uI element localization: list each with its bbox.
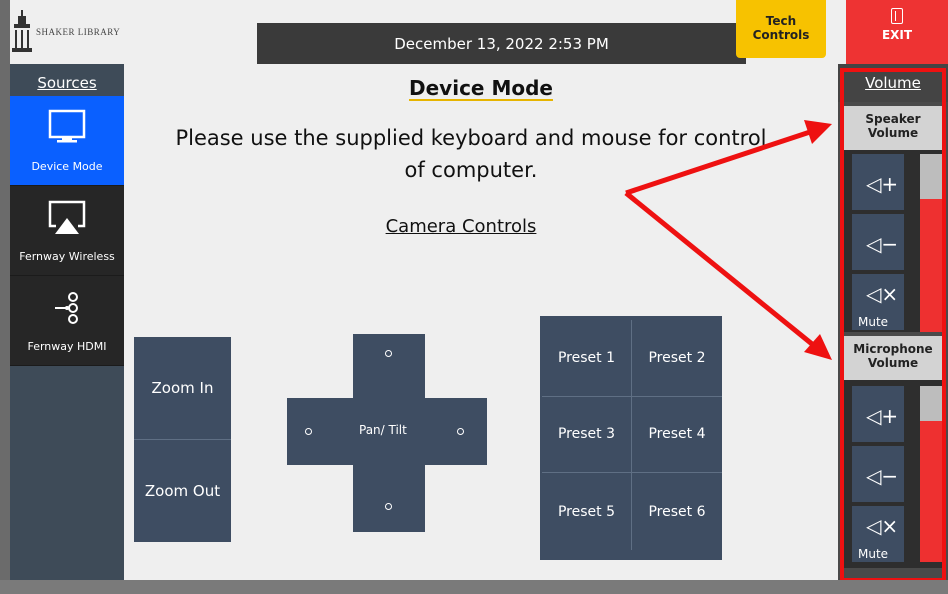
mic-level-fill <box>920 421 944 562</box>
tilt-up-button[interactable] <box>353 334 425 398</box>
pan-tilt-label: Pan/ Tilt <box>359 423 407 437</box>
mode-title-text: Device Mode <box>409 76 553 100</box>
zoom-in-button[interactable]: Zoom In <box>134 337 231 439</box>
volume-panel: Volume Speaker Volume ◁+ ◁− ◁× Mute Micr… <box>838 64 948 580</box>
sources-sidebar: Sources Device Mode Fernway Wireless Fer… <box>10 64 124 580</box>
tilt-down-button[interactable] <box>353 465 425 532</box>
mic-mute-icon: ◁× <box>866 514 899 538</box>
exit-label: EXIT <box>881 28 913 42</box>
preset-3-button[interactable]: Preset 3 <box>542 396 632 474</box>
microphone-volume-title: Microphone Volume <box>842 336 944 380</box>
hdmi-input-icon <box>55 292 78 324</box>
bottom-bar <box>0 580 948 594</box>
preset-4-button[interactable]: Preset 4 <box>632 397 722 474</box>
exit-door-icon <box>891 8 903 24</box>
speaker-mute-icon: ◁× <box>866 282 899 306</box>
source-device-mode[interactable]: Device Mode <box>10 96 124 186</box>
main-panel: Device Mode Please use the supplied keyb… <box>124 64 838 580</box>
mic-volume-up-button[interactable]: ◁+ <box>852 386 904 442</box>
mic-mute-button[interactable]: ◁× Mute <box>852 506 904 562</box>
camera-presets: Preset 1 Preset 2 Preset 3 Preset 4 Pres… <box>540 316 722 560</box>
mute-label: Mute <box>858 315 889 329</box>
mic-minus-icon: ◁− <box>866 464 899 488</box>
source-label: Fernway HDMI <box>27 340 107 353</box>
tech-controls-button[interactable]: Tech Controls <box>736 0 826 58</box>
left-dot-icon[interactable] <box>305 428 312 435</box>
preset-5-button[interactable]: Preset 5 <box>542 473 632 550</box>
zoom-controls: Zoom In Zoom Out <box>134 337 231 542</box>
source-fernway-hdmi[interactable]: Fernway HDMI <box>10 276 124 366</box>
top-bar: SHAKER LIBRARY December 13, 2022 2:53 PM… <box>10 0 948 64</box>
source-label: Device Mode <box>31 160 103 173</box>
library-building-icon <box>12 10 32 52</box>
mic-plus-icon: ◁+ <box>866 404 899 428</box>
speaker-volume-down-button[interactable]: ◁− <box>852 214 904 270</box>
preset-1-button[interactable]: Preset 1 <box>542 320 632 397</box>
right-dot-icon[interactable] <box>457 428 464 435</box>
speaker-plus-icon: ◁+ <box>866 172 899 196</box>
camera-controls-title: Camera Controls <box>385 216 537 237</box>
down-dot-icon <box>385 503 392 510</box>
sources-title: Sources <box>37 74 97 92</box>
source-fernway-wireless[interactable]: Fernway Wireless <box>10 186 124 276</box>
speaker-volume-up-button[interactable]: ◁+ <box>852 154 904 210</box>
speaker-level-slider[interactable] <box>920 154 944 332</box>
logo-text: SHAKER LIBRARY <box>36 27 121 37</box>
mic-volume-down-button[interactable]: ◁− <box>852 446 904 502</box>
volume-title: Volume <box>838 64 948 102</box>
monitor-icon <box>48 109 86 143</box>
speaker-level-fill <box>920 198 944 332</box>
exit-button[interactable]: EXIT <box>846 0 948 64</box>
up-dot-icon <box>385 350 392 357</box>
preset-2-button[interactable]: Preset 2 <box>632 320 722 397</box>
speaker-volume-title: Speaker Volume <box>842 106 944 150</box>
library-logo: SHAKER LIBRARY <box>10 10 130 58</box>
mute-label: Mute <box>858 547 889 561</box>
speaker-minus-icon: ◁− <box>866 232 899 256</box>
mic-level-slider[interactable] <box>920 386 944 562</box>
airplay-icon <box>48 200 86 234</box>
pan-tilt-center: Pan/ Tilt <box>287 398 487 465</box>
microphone-volume-group: Microphone Volume ◁+ ◁− ◁× Mute <box>842 336 944 568</box>
instructions-text: Please use the supplied keyboard and mou… <box>175 126 767 182</box>
preset-6-button[interactable]: Preset 6 <box>632 473 722 550</box>
speaker-volume-group: Speaker Volume ◁+ ◁− ◁× Mute <box>842 106 944 332</box>
zoom-out-button[interactable]: Zoom Out <box>134 439 231 541</box>
page-title: Device Mode <box>124 76 838 100</box>
speaker-mute-button[interactable]: ◁× Mute <box>852 274 904 330</box>
datetime-display: December 13, 2022 2:53 PM <box>257 23 746 64</box>
source-label: Fernway Wireless <box>19 250 115 263</box>
